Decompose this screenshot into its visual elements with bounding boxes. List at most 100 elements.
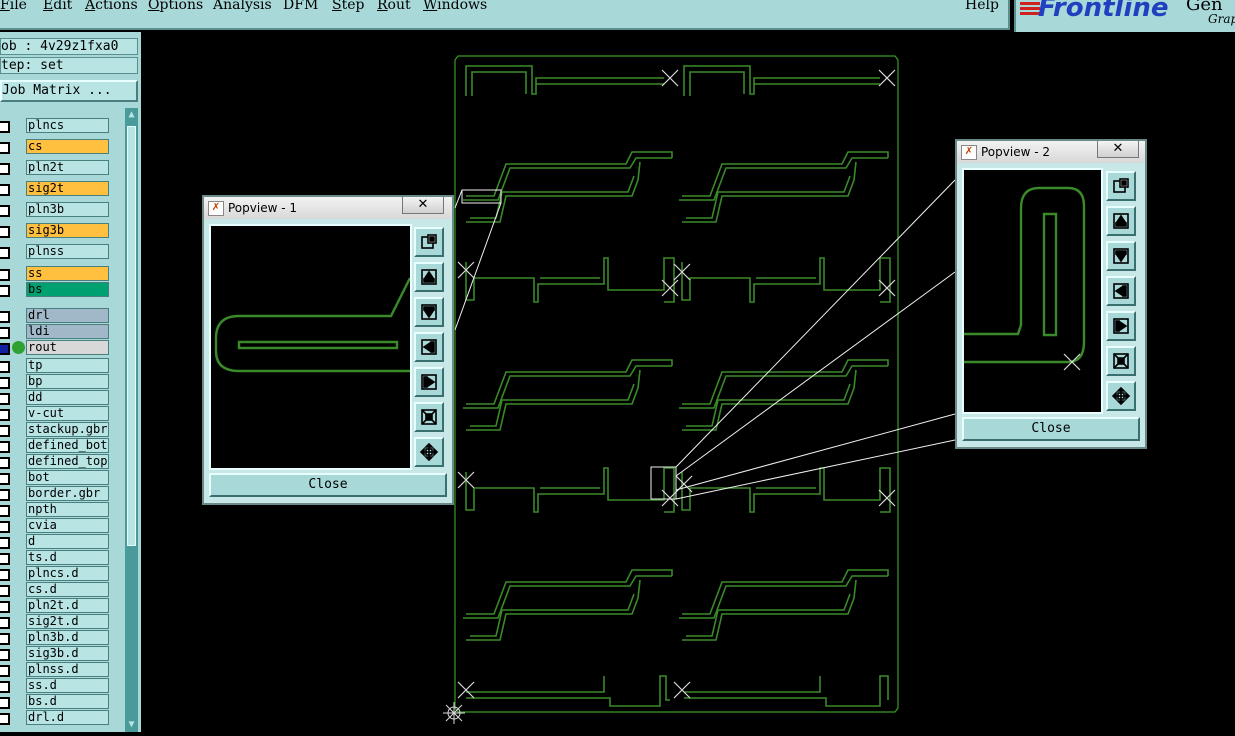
layer-name[interactable]: npth	[26, 502, 109, 517]
layer-name[interactable]: plncs	[26, 118, 109, 133]
menu-edit[interactable]: Edit	[43, 0, 72, 13]
pan-down-button[interactable]	[414, 297, 444, 327]
zoom-in-button[interactable]	[1106, 346, 1136, 376]
pan-up-button[interactable]	[414, 262, 444, 292]
layer-checkbox[interactable]	[0, 285, 10, 297]
layer-row-pln3b-d[interactable]: pln3b.d	[0, 630, 124, 646]
layer-row-stackup-gbr[interactable]: stackup.gbr	[0, 422, 124, 438]
layer-row-bot[interactable]: bot	[0, 470, 124, 486]
pan-left-button[interactable]	[414, 332, 444, 362]
layer-row-d[interactable]: d	[0, 534, 124, 550]
layer-name[interactable]: defined_top	[26, 454, 109, 469]
layer-name[interactable]: ss	[26, 266, 109, 281]
layer-row-cs[interactable]: cs	[0, 139, 124, 155]
layer-name[interactable]: ss.d	[26, 678, 109, 693]
pan-right-button[interactable]	[414, 367, 444, 397]
layer-name[interactable]: bs	[26, 282, 109, 297]
layer-name[interactable]: cvia	[26, 518, 109, 533]
layer-checkbox[interactable]	[0, 505, 10, 517]
layer-name[interactable]: dd	[26, 390, 109, 405]
menu-file[interactable]: File	[0, 0, 27, 13]
layer-row-sig3b-d[interactable]: sig3b.d	[0, 646, 124, 662]
layer-row-defined-top[interactable]: defined_top	[0, 454, 124, 470]
layer-name[interactable]: sig3b	[26, 223, 109, 238]
layer-checkbox[interactable]	[0, 205, 10, 217]
layer-checkbox[interactable]	[0, 553, 10, 565]
layer-row-border-gbr[interactable]: border.gbr	[0, 486, 124, 502]
job-matrix-button[interactable]: Job Matrix ...	[0, 80, 138, 102]
menu-help[interactable]: Help	[965, 0, 999, 13]
layer-scrollbar[interactable]: ▲ ▼	[125, 108, 138, 732]
layer-row-pln3b[interactable]: pln3b	[0, 202, 124, 218]
layer-name[interactable]: border.gbr	[26, 486, 109, 501]
layer-checkbox[interactable]	[0, 327, 10, 339]
layer-row-pln2t[interactable]: pln2t	[0, 160, 124, 176]
layer-name[interactable]: pln2t	[26, 160, 109, 175]
zoom-out-button[interactable]	[1106, 381, 1136, 411]
layer-row-cs-d[interactable]: cs.d	[0, 582, 124, 598]
pan-down-button[interactable]	[1106, 241, 1136, 271]
layer-name[interactable]: rout	[26, 340, 109, 355]
layer-row-ldi[interactable]: ldi	[0, 324, 124, 340]
layer-checkbox[interactable]	[0, 269, 10, 281]
zoom-in-button[interactable]	[414, 402, 444, 432]
menu-step[interactable]: Step	[332, 0, 364, 13]
popview-2-close-icon[interactable]: ✕	[1097, 141, 1139, 158]
popview-2-close-button[interactable]: Close	[962, 417, 1140, 441]
popview-2-view[interactable]	[962, 168, 1103, 414]
menu-dfm[interactable]: DFM	[283, 0, 318, 13]
popview-1-view[interactable]	[209, 224, 412, 470]
layer-checkbox[interactable]	[0, 601, 10, 613]
popview-1-close-icon[interactable]: ✕	[402, 197, 444, 214]
layer-name[interactable]: plnss.d	[26, 662, 109, 677]
layer-checkbox[interactable]	[0, 473, 10, 485]
layer-checkbox[interactable]	[0, 585, 10, 597]
layer-checkbox[interactable]	[0, 537, 10, 549]
layer-row-v-cut[interactable]: v-cut	[0, 406, 124, 422]
layer-row-ts-d[interactable]: ts.d	[0, 550, 124, 566]
layer-row-rout[interactable]: rout	[0, 340, 124, 356]
layer-row-pln2t-d[interactable]: pln2t.d	[0, 598, 124, 614]
scroll-down-icon[interactable]: ▼	[126, 719, 137, 731]
layer-checkbox[interactable]	[0, 226, 10, 238]
layer-name[interactable]: bot	[26, 470, 109, 485]
layer-checkbox[interactable]	[0, 617, 10, 629]
pan-left-button[interactable]	[1106, 276, 1136, 306]
layer-checkbox[interactable]	[0, 377, 10, 389]
layer-row-bs-d[interactable]: bs.d	[0, 694, 124, 710]
layer-name[interactable]: pln3b	[26, 202, 109, 217]
layer-checkbox[interactable]	[0, 489, 10, 501]
layer-name[interactable]: bp	[26, 374, 109, 389]
layer-name[interactable]: d	[26, 534, 109, 549]
layer-name[interactable]: ldi	[26, 324, 109, 339]
layer-checkbox[interactable]	[0, 665, 10, 677]
layer-checkbox[interactable]	[0, 649, 10, 661]
layer-name[interactable]: sig2t	[26, 181, 109, 196]
menu-rout[interactable]: Rout	[377, 0, 411, 13]
layer-row-plnss[interactable]: plnss	[0, 244, 124, 260]
layer-name[interactable]: drl	[26, 308, 109, 323]
layer-row-ss[interactable]: ss	[0, 266, 124, 282]
layer-checkbox[interactable]	[0, 163, 10, 175]
layer-row-plncs[interactable]: plncs	[0, 118, 124, 134]
layer-checkbox[interactable]	[0, 521, 10, 533]
layer-row-sig3b[interactable]: sig3b	[0, 223, 124, 239]
layer-row-sig2t-d[interactable]: sig2t.d	[0, 614, 124, 630]
layer-checkbox[interactable]	[0, 343, 10, 355]
layer-checkbox[interactable]	[0, 142, 10, 154]
scroll-up-icon[interactable]: ▲	[126, 109, 137, 121]
layer-name[interactable]: drl.d	[26, 710, 109, 725]
layer-name[interactable]: v-cut	[26, 406, 109, 421]
layer-checkbox[interactable]	[0, 441, 10, 453]
pan-up-button[interactable]	[1106, 206, 1136, 236]
layer-checkbox[interactable]	[0, 457, 10, 469]
zoom-fit-button[interactable]	[414, 227, 444, 257]
layer-name[interactable]: bs.d	[26, 694, 109, 709]
layer-row-defined-bott[interactable]: defined_bott	[0, 438, 124, 454]
zoom-out-button[interactable]	[414, 437, 444, 467]
menu-actions[interactable]: Actions	[85, 0, 138, 13]
layer-row-drl[interactable]: drl	[0, 308, 124, 324]
layer-checkbox[interactable]	[0, 633, 10, 645]
layer-row-bp[interactable]: bp	[0, 374, 124, 390]
layer-checkbox[interactable]	[0, 247, 10, 259]
